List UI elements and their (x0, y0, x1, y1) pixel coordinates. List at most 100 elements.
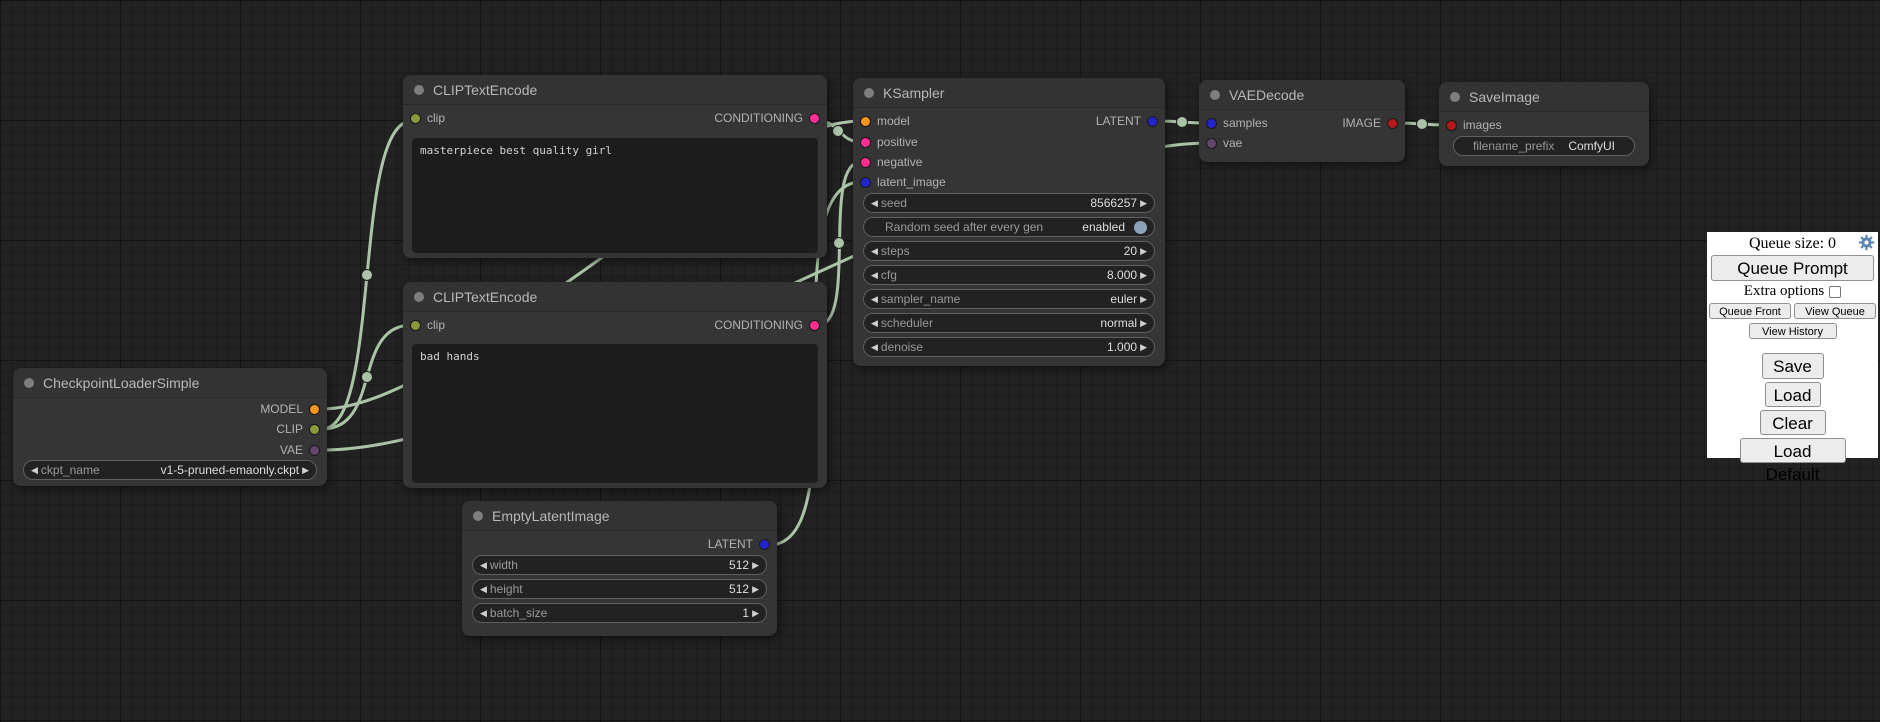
input-clip: clip (411, 108, 445, 128)
latent-output-port[interactable] (760, 540, 769, 549)
decrement-arrow-icon[interactable] (871, 241, 878, 261)
width-widget[interactable]: width 512 (472, 555, 767, 575)
input-images: images (1447, 115, 1502, 135)
node-save-image[interactable]: SaveImage images filename_prefix ComfyUI (1439, 82, 1649, 166)
link-midpoint-dot (362, 270, 373, 281)
view-history-button[interactable]: View History (1749, 323, 1837, 339)
load-button[interactable]: Load (1765, 382, 1821, 407)
node-checkpoint-loader[interactable]: CheckpointLoaderSimple MODEL CLIP VAE ck… (13, 368, 327, 486)
conditioning-output-port[interactable] (810, 321, 819, 330)
steps-widget[interactable]: steps 20 (863, 241, 1155, 261)
images-input-port[interactable] (1447, 121, 1456, 130)
vae-output-port[interactable] (310, 446, 319, 455)
positive-input-port[interactable] (861, 138, 870, 147)
prompt-textarea[interactable]: masterpiece best quality girl (412, 138, 818, 253)
latent-output-port[interactable] (1148, 117, 1157, 126)
model-output-port[interactable] (310, 405, 319, 414)
view-queue-button[interactable]: View Queue (1794, 303, 1876, 319)
collapse-dot-icon[interactable] (1210, 90, 1220, 100)
increment-arrow-icon[interactable] (302, 460, 309, 480)
node-title: VAEDecode (1229, 87, 1304, 103)
collapse-dot-icon[interactable] (24, 378, 34, 388)
conditioning-output-port[interactable] (810, 114, 819, 123)
input-samples: samples (1207, 113, 1268, 133)
node-title-bar[interactable]: SaveImage (1439, 82, 1649, 112)
increment-arrow-icon[interactable] (752, 603, 759, 623)
link-midpoint-dot (833, 126, 844, 137)
decrement-arrow-icon[interactable] (871, 337, 878, 357)
output-latent: LATENT (1096, 111, 1157, 131)
node-title: CLIPTextEncode (433, 82, 537, 98)
ckpt-name-widget[interactable]: ckpt_name v1-5-pruned-emaonly.ckpt (23, 460, 317, 480)
node-empty-latent-image[interactable]: EmptyLatentImage LATENT width 512 height… (462, 501, 777, 636)
increment-arrow-icon[interactable] (1140, 265, 1147, 285)
save-button[interactable]: Save (1762, 353, 1824, 379)
decrement-arrow-icon[interactable] (480, 603, 487, 623)
decrement-arrow-icon[interactable] (871, 289, 878, 309)
output-conditioning: CONDITIONING (714, 315, 819, 335)
image-output-port[interactable] (1388, 119, 1397, 128)
queue-prompt-button[interactable]: Queue Prompt (1711, 255, 1874, 281)
node-clip-text-encode-positive[interactable]: CLIPTextEncode clip CONDITIONING masterp… (403, 75, 827, 258)
decrement-arrow-icon[interactable] (31, 460, 38, 480)
decrement-arrow-icon[interactable] (480, 555, 487, 575)
node-title: EmptyLatentImage (492, 508, 610, 524)
node-title-bar[interactable]: VAEDecode (1199, 80, 1405, 110)
collapse-dot-icon[interactable] (864, 88, 874, 98)
increment-arrow-icon[interactable] (752, 579, 759, 599)
collapse-dot-icon[interactable] (473, 511, 483, 521)
input-positive: positive (861, 132, 918, 152)
increment-arrow-icon[interactable] (1140, 337, 1147, 357)
increment-arrow-icon[interactable] (1140, 313, 1147, 333)
increment-arrow-icon[interactable] (752, 555, 759, 575)
model-input-port[interactable] (861, 117, 870, 126)
settings-gear-icon[interactable] (1858, 234, 1875, 251)
output-image: IMAGE (1342, 113, 1397, 133)
collapse-dot-icon[interactable] (414, 85, 424, 95)
scheduler-widget[interactable]: scheduler normal (863, 313, 1155, 333)
random-seed-toggle[interactable]: Random seed after every gen enabled (863, 217, 1155, 237)
decrement-arrow-icon[interactable] (871, 193, 878, 213)
negative-input-port[interactable] (861, 158, 870, 167)
extra-options-checkbox[interactable] (1829, 286, 1841, 298)
node-title-bar[interactable]: KSampler (853, 78, 1165, 108)
output-vae: VAE (280, 440, 319, 460)
node-title-bar[interactable]: CheckpointLoaderSimple (13, 368, 327, 398)
node-clip-text-encode-negative[interactable]: CLIPTextEncode clip CONDITIONING bad han… (403, 282, 827, 488)
samples-input-port[interactable] (1207, 119, 1216, 128)
denoise-widget[interactable]: denoise 1.000 (863, 337, 1155, 357)
collapse-dot-icon[interactable] (414, 292, 424, 302)
filename-prefix-widget[interactable]: filename_prefix ComfyUI (1453, 136, 1635, 156)
clear-button[interactable]: Clear (1760, 410, 1826, 435)
input-negative: negative (861, 152, 922, 172)
latent-image-input-port[interactable] (861, 178, 870, 187)
increment-arrow-icon[interactable] (1140, 241, 1147, 261)
decrement-arrow-icon[interactable] (871, 265, 878, 285)
sampler-name-widget[interactable]: sampler_name euler (863, 289, 1155, 309)
decrement-arrow-icon[interactable] (871, 313, 878, 333)
cfg-widget[interactable]: cfg 8.000 (863, 265, 1155, 285)
clip-output-port[interactable] (310, 425, 319, 434)
decrement-arrow-icon[interactable] (480, 579, 487, 599)
extra-options-label: Extra options (1744, 283, 1824, 300)
load-default-button[interactable]: Load Default (1740, 438, 1846, 463)
node-title-bar[interactable]: EmptyLatentImage (462, 501, 777, 531)
increment-arrow-icon[interactable] (1140, 289, 1147, 309)
batch-size-widget[interactable]: batch_size 1 (472, 603, 767, 623)
node-title-bar[interactable]: CLIPTextEncode (403, 75, 827, 105)
prompt-textarea[interactable]: bad hands (412, 344, 818, 483)
output-clip: CLIP (276, 419, 319, 439)
clip-input-port[interactable] (411, 114, 420, 123)
vae-input-port[interactable] (1207, 139, 1216, 148)
node-graph-canvas[interactable]: CheckpointLoaderSimple MODEL CLIP VAE ck… (0, 0, 1880, 722)
node-title-bar[interactable]: CLIPTextEncode (403, 282, 827, 312)
clip-input-port[interactable] (411, 321, 420, 330)
height-widget[interactable]: height 512 (472, 579, 767, 599)
queue-front-button[interactable]: Queue Front (1709, 303, 1791, 319)
collapse-dot-icon[interactable] (1450, 92, 1460, 102)
node-ksampler[interactable]: KSampler model LATENT positive negative … (853, 78, 1165, 366)
seed-widget[interactable]: seed 8566257 (863, 193, 1155, 213)
increment-arrow-icon[interactable] (1140, 193, 1147, 213)
toggle-enabled-icon[interactable] (1134, 221, 1147, 234)
node-vae-decode[interactable]: VAEDecode samples IMAGE vae (1199, 80, 1405, 162)
